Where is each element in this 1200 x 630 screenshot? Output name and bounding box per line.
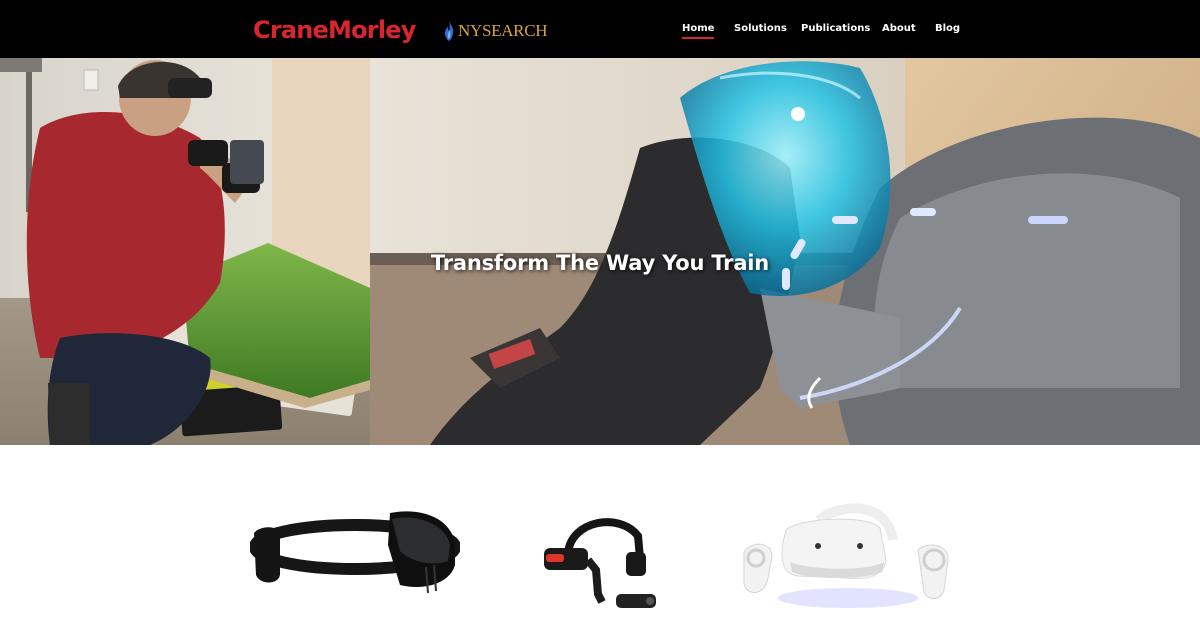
hero-banner: Transform The Way You Train (0, 58, 1200, 445)
nav-home[interactable]: Home (682, 22, 715, 39)
smart-glasses-image[interactable] (540, 510, 660, 620)
nav-blog[interactable]: Blog (935, 22, 960, 36)
nav-about[interactable]: About (882, 22, 916, 36)
nav-solutions[interactable]: Solutions (734, 22, 787, 36)
mixed-reality-headset-image[interactable] (250, 505, 460, 605)
main-nav: Home Solutions Publications About Blog (0, 22, 1200, 42)
hero-title: Transform The Way You Train (430, 251, 770, 276)
site-header: CraneMorley NYSEARCH Home Solutions Publ… (0, 0, 1200, 58)
nav-publications[interactable]: Publications (801, 22, 870, 36)
devices-section (0, 445, 1200, 630)
vr-headset-image[interactable] (738, 500, 953, 615)
